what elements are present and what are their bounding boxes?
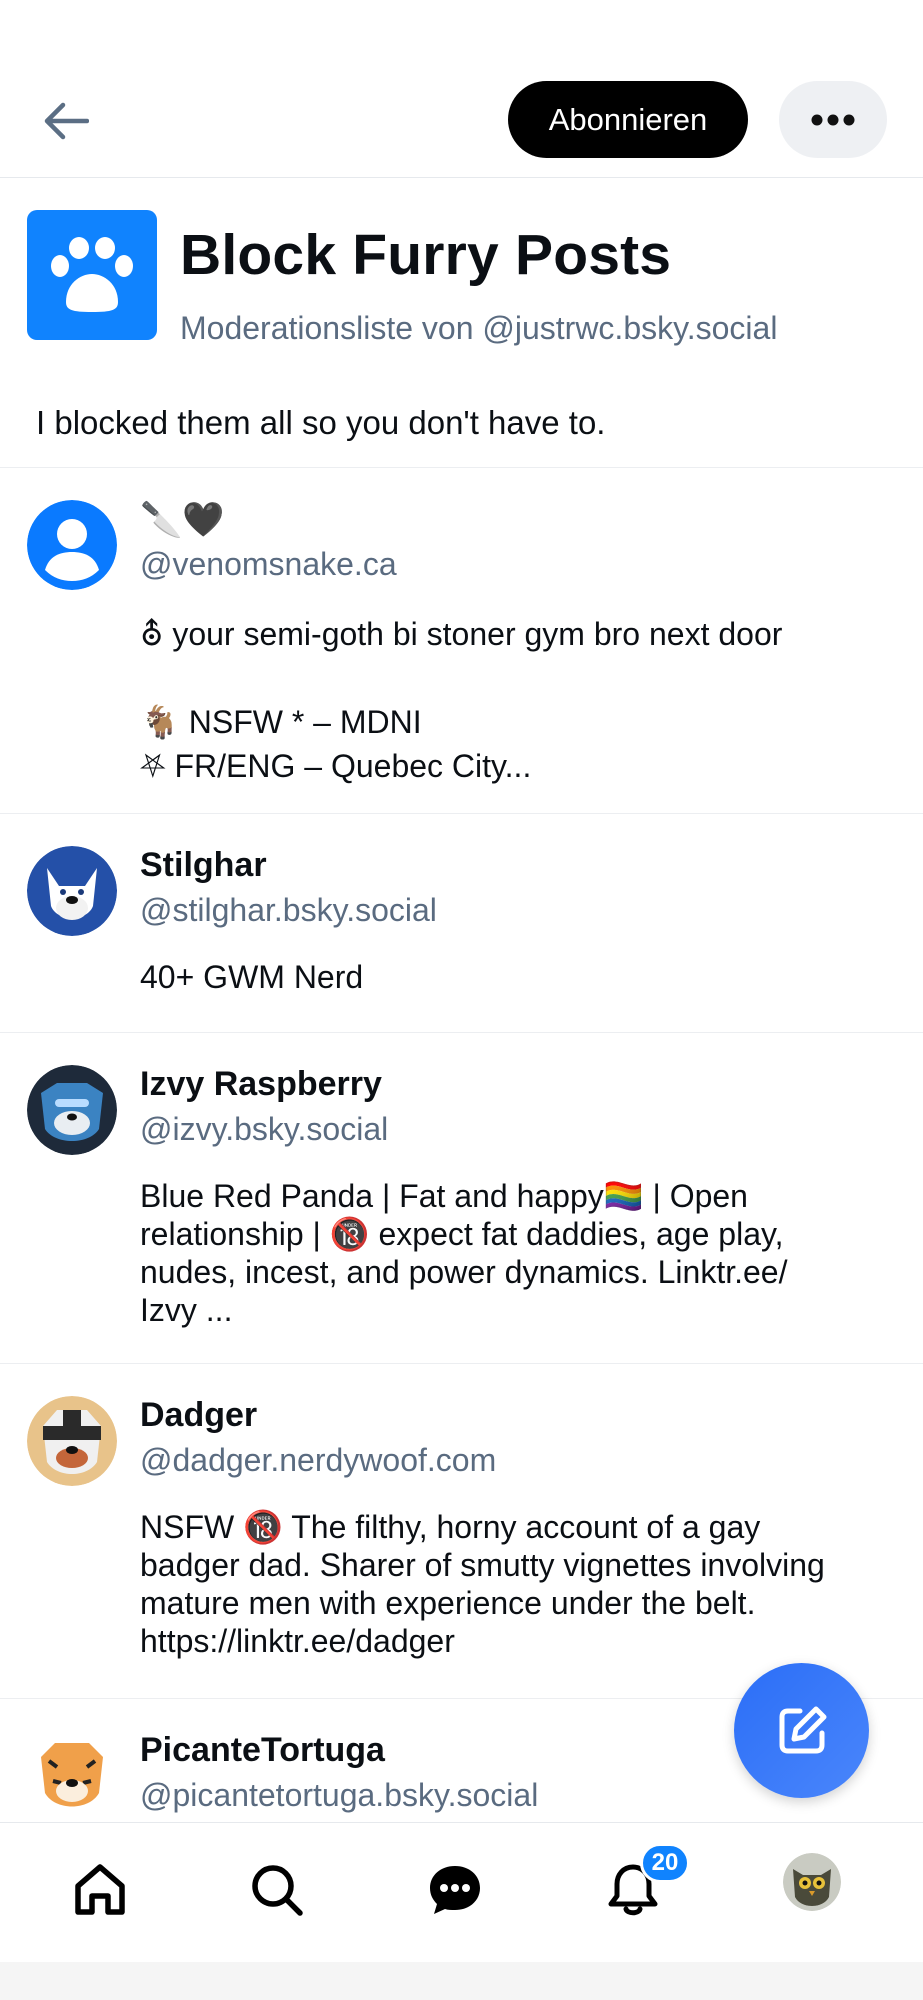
nav-messages[interactable]: [410, 1845, 500, 1935]
list-description: I blocked them all so you don't have to.: [36, 404, 606, 441]
bio-line: Blue Red Panda | Fat and happy🏳️‍🌈 | Ope…: [140, 1178, 748, 1214]
list-avatar: [27, 210, 157, 340]
list-member[interactable]: 🔪🖤 @venomsnake.ca ⛢ your semi-goth bi st…: [0, 468, 923, 814]
notification-badge: 20: [640, 1843, 690, 1883]
chat-icon: [430, 1866, 480, 1914]
list-member[interactable]: Dadger @dadger.nerdywoof.com NSFW 🔞 The …: [0, 1364, 923, 1699]
member-name: Dadger: [140, 1396, 258, 1434]
member-bio: Blue Red Panda | Fat and happy🏳️‍🌈 | Ope…: [140, 1177, 890, 1329]
people-icon: [51, 237, 133, 312]
list-member[interactable]: Izvy Raspberry @izvy.bsky.social Blue Re…: [0, 1033, 923, 1364]
bio-line: mature men with experience under the bel…: [140, 1585, 756, 1621]
bio-line: https://linktr.ee/dadger: [140, 1623, 455, 1659]
back-button[interactable]: [36, 92, 96, 150]
bio-line: relationship | 🔞 expect fat daddies, age…: [140, 1216, 784, 1252]
member-bio: 40+ GWM Nerd: [140, 958, 890, 996]
ellipsis-icon: [811, 114, 855, 125]
list-header: Block Furry Posts Moderationsliste von @…: [0, 178, 923, 468]
list-member[interactable]: Stilghar @stilghar.bsky.social 40+ GWM N…: [0, 814, 923, 1033]
bio-line: [140, 656, 890, 700]
bio-line: NSFW 🔞 The filthy, horny account of a ga…: [140, 1509, 761, 1545]
member-name: Stilghar: [140, 846, 267, 884]
member-handle: @venomsnake.ca: [140, 546, 397, 582]
top-bar: Abonnieren: [0, 0, 923, 178]
member-handle: @stilghar.bsky.social: [140, 892, 437, 928]
member-handle: @dadger.nerdywoof.com: [140, 1442, 497, 1478]
bio-line: nudes, incest, and power dynamics. Linkt…: [140, 1254, 788, 1290]
avatar[interactable]: [27, 1065, 117, 1155]
avatar[interactable]: [27, 846, 117, 936]
avatar[interactable]: [27, 1731, 117, 1821]
avatar[interactable]: [27, 500, 117, 590]
member-bio: ⛢ your semi-goth bi stoner gym bro next …: [140, 612, 890, 788]
home-icon: [75, 1864, 125, 1915]
list-title: Block Furry Posts: [180, 223, 672, 287]
member-name: 🔪🖤: [140, 501, 225, 539]
app-screen: Abonnieren Block Furry Posts Moderations…: [0, 0, 923, 1962]
member-handle: @picantetortuga.bsky.social: [140, 1777, 539, 1813]
arrow-left-icon: [44, 102, 89, 140]
bio-line: 🐐 NSFW * – MDNI: [140, 704, 422, 740]
bio-line: ⛢ your semi-goth bi stoner gym bro next …: [140, 616, 783, 652]
bio-line: Izvy ...: [140, 1292, 233, 1328]
bio-line: 40+ GWM Nerd: [140, 959, 364, 995]
member-name: PicanteTortuga: [140, 1731, 385, 1769]
nav-profile-avatar[interactable]: [783, 1853, 841, 1911]
bio-line: ⛧ FR/ENG – Quebec City...: [140, 748, 532, 784]
search-icon: [252, 1865, 303, 1916]
compose-button[interactable]: [734, 1663, 869, 1798]
nav-search[interactable]: [232, 1845, 322, 1935]
avatar[interactable]: [27, 1396, 117, 1486]
compose-icon: [779, 1706, 826, 1753]
more-options-button[interactable]: [779, 81, 887, 158]
member-bio: NSFW 🔞 The filthy, horny account of a ga…: [140, 1508, 890, 1660]
subscribe-label: Abonnieren: [548, 101, 708, 137]
system-nav-area: [0, 1962, 923, 2000]
bottom-navigation: 20: [0, 1822, 923, 1962]
bio-line: badger dad. Sharer of smutty vignettes i…: [140, 1547, 825, 1583]
nav-home[interactable]: [55, 1845, 145, 1935]
subscribe-button[interactable]: Abonnieren: [508, 81, 748, 158]
list-subtitle[interactable]: Moderationsliste von @justrwc.bsky.socia…: [180, 310, 777, 347]
member-handle: @izvy.bsky.social: [140, 1111, 389, 1147]
member-name: Izvy Raspberry: [140, 1065, 382, 1103]
